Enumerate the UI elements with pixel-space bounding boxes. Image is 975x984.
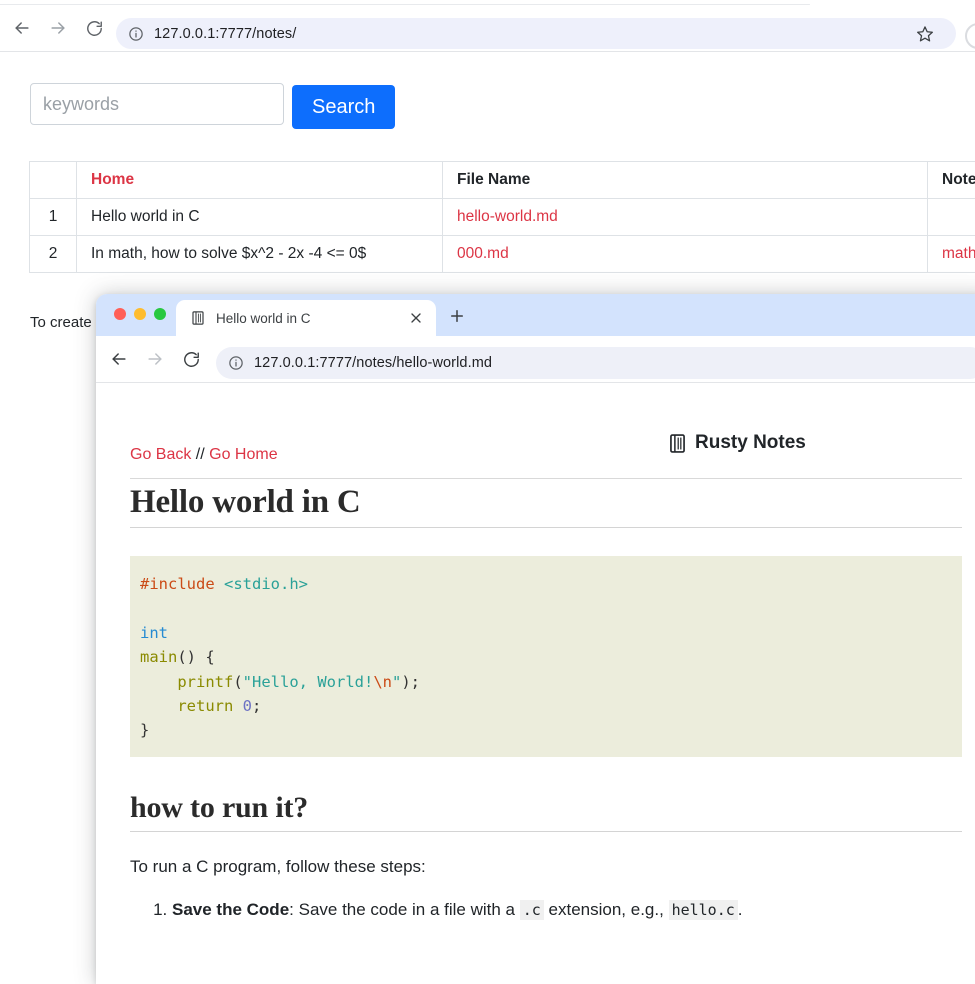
steps-list: Save the Code: Save the code in a file w… <box>130 897 962 923</box>
nav-separator: // <box>191 446 209 463</box>
code-token-quote: " <box>392 673 401 691</box>
address-bar-url: 127.0.0.1:7777/notes/hello-world.md <box>254 355 975 371</box>
go-back-link[interactable]: Go Back <box>130 446 191 463</box>
section-heading: how to run it? <box>130 791 962 832</box>
window-controls <box>114 308 166 320</box>
row-note: math <box>928 236 975 273</box>
notes-table: Home File Name Note 1 Hello world in C h… <box>29 161 975 273</box>
table-row: 1 Hello world in C hello-world.md <box>30 199 975 236</box>
notebook-icon <box>190 310 206 326</box>
row-index: 2 <box>30 236 77 273</box>
arrow-left-icon <box>109 349 129 369</box>
arrow-right-icon <box>48 18 68 38</box>
notebook-icon <box>667 433 688 454</box>
info-circle-icon[interactable] <box>128 26 144 42</box>
step-title: Save the Code <box>172 900 289 919</box>
code-token-space <box>215 575 224 593</box>
maximize-window-button[interactable] <box>154 308 166 320</box>
row-index: 1 <box>30 199 77 236</box>
forward-button[interactable] <box>140 344 170 374</box>
reload-button[interactable] <box>79 13 109 43</box>
back-button[interactable] <box>104 344 134 374</box>
note-navigation: Go Back // Go Home <box>130 446 278 464</box>
browser-tab[interactable]: Hello world in C <box>176 300 436 336</box>
step-text-3: . <box>738 900 743 919</box>
row-title: In math, how to solve $x^2 - 2x -4 <= 0$ <box>77 236 443 273</box>
close-x-icon[interactable] <box>408 310 424 326</box>
minimize-window-button[interactable] <box>134 308 146 320</box>
address-bar-url: 127.0.0.1:7777/notes/ <box>154 26 956 42</box>
code-token-zero: 0 <box>243 697 252 715</box>
header-index <box>30 162 77 199</box>
code-token-brace: } <box>140 721 149 739</box>
code-token-main: main <box>140 648 177 666</box>
code-token-close: ); <box>401 673 420 691</box>
inner-tab-strip: Hello world in C <box>96 294 975 336</box>
code-token-parens: () { <box>177 648 214 666</box>
row-note <box>928 199 975 236</box>
arrow-left-icon <box>12 18 32 38</box>
code-block: #include <stdio.h> int main() { printf("… <box>130 556 962 757</box>
step-text-1: : Save the code in a file with a <box>289 900 520 919</box>
table-header-row: Home File Name Note <box>30 162 975 199</box>
note-header: Go Back // Go Home Rusty Notes <box>130 422 962 478</box>
note-title: Hello world in C <box>130 484 962 528</box>
code-token-int: int <box>140 624 168 642</box>
close-window-button[interactable] <box>114 308 126 320</box>
home-link[interactable]: Home <box>91 171 134 188</box>
note-tag-link[interactable]: math <box>942 245 975 262</box>
code-token-string: "Hello, World! <box>243 673 374 691</box>
reload-icon <box>85 19 104 38</box>
file-link[interactable]: 000.md <box>457 245 509 262</box>
code-token-open: ( <box>233 673 242 691</box>
forward-button[interactable] <box>43 13 73 43</box>
brand-text: Rusty Notes <box>695 432 806 454</box>
header-home: Home <box>77 162 443 199</box>
note-content: Hello world in C #include <stdio.h> int … <box>130 484 962 923</box>
tab-title: Hello world in C <box>216 311 408 326</box>
note-detail-page: Go Back // Go Home Rusty Notes Hello wor… <box>96 383 975 984</box>
address-bar[interactable]: 127.0.0.1:7777/notes/ <box>116 18 956 49</box>
row-file-name: 000.md <box>443 236 928 273</box>
info-circle-icon[interactable] <box>228 355 244 371</box>
list-item: Save the Code: Save the code in a file w… <box>172 897 962 923</box>
go-home-link[interactable]: Go Home <box>209 446 277 463</box>
search-button[interactable]: Search <box>292 85 395 129</box>
inline-code-filename: hello.c <box>669 900 738 920</box>
star-bookmark-icon[interactable] <box>916 25 934 43</box>
create-note-hint: To create n <box>30 314 104 331</box>
plus-icon[interactable] <box>448 307 466 325</box>
code-token-semi: ; <box>252 697 261 715</box>
header-divider <box>130 478 962 479</box>
search-input[interactable] <box>30 83 284 125</box>
inner-browser-window[interactable]: Hello world in C <box>96 294 975 984</box>
code-token-include: #include <box>140 575 215 593</box>
step-text-2: extension, e.g., <box>544 900 669 919</box>
outer-browser-toolbar: 127.0.0.1:7777/notes/ <box>0 5 975 52</box>
back-button[interactable] <box>7 13 37 43</box>
search-row: Search <box>30 83 395 129</box>
reload-button[interactable] <box>176 344 206 374</box>
arrow-right-icon <box>145 349 165 369</box>
code-token-indent2 <box>140 697 177 715</box>
inner-browser-toolbar: 127.0.0.1:7777/notes/hello-world.md <box>96 336 975 383</box>
address-bar[interactable]: 127.0.0.1:7777/notes/hello-world.md <box>216 347 975 379</box>
row-title: Hello world in C <box>77 199 443 236</box>
header-note: Note <box>928 162 975 199</box>
reload-icon <box>182 350 201 369</box>
code-token-space2 <box>233 697 242 715</box>
intro-paragraph: To run a C program, follow these steps: <box>130 854 962 880</box>
code-token-header: <stdio.h> <box>224 575 308 593</box>
brand: Rusty Notes <box>667 432 806 454</box>
table-row: 2 In math, how to solve $x^2 - 2x -4 <= … <box>30 236 975 273</box>
code-token-indent <box>140 673 177 691</box>
profile-avatar-icon[interactable] <box>965 23 975 49</box>
code-token-printf: printf <box>177 673 233 691</box>
row-file-name: hello-world.md <box>443 199 928 236</box>
code-token-escape: \n <box>373 673 392 691</box>
header-file-name: File Name <box>443 162 928 199</box>
file-link[interactable]: hello-world.md <box>457 208 558 225</box>
inline-code-extension: .c <box>520 900 544 920</box>
code-token-return: return <box>177 697 233 715</box>
